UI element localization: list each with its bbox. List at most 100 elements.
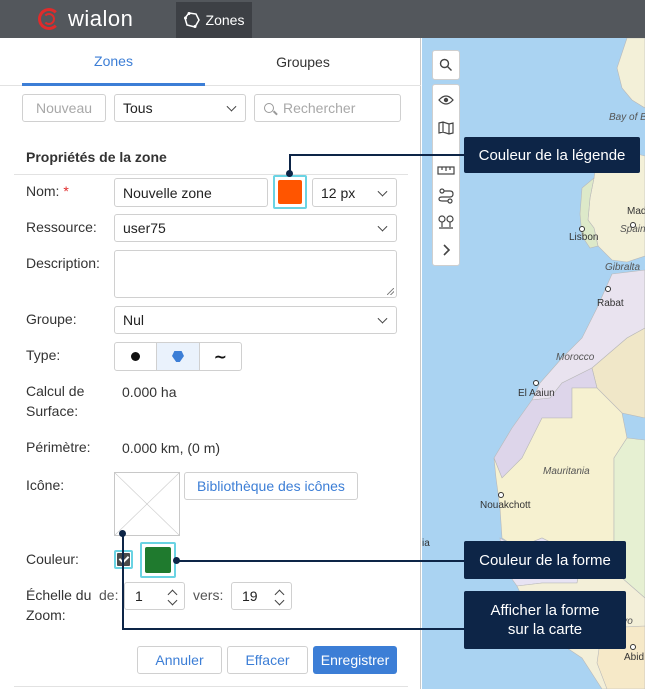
name-field[interactable]: Nouvelle zone xyxy=(114,178,268,207)
eye-icon xyxy=(438,95,454,105)
map-tools-panel xyxy=(432,84,460,266)
description-field[interactable] xyxy=(114,250,397,298)
type-circle-button[interactable] xyxy=(115,343,158,370)
nav-zones-label: Zones xyxy=(205,12,245,28)
name-label: Nom: * xyxy=(26,183,69,199)
locator-button[interactable] xyxy=(433,209,459,235)
city-marker xyxy=(605,286,611,292)
section-title: Propriétés de la zone xyxy=(26,149,167,165)
map-label-bay: Bay of B xyxy=(609,112,645,123)
icon-label: Icône: xyxy=(26,477,65,493)
search-icon xyxy=(439,58,452,71)
zoom-to-label: vers: xyxy=(193,587,224,603)
resource-value: user75 xyxy=(123,220,166,236)
map-label-abid: Abid xyxy=(624,652,645,663)
city-marker xyxy=(630,644,636,650)
ruler-button[interactable] xyxy=(433,157,459,183)
type-label: Type: xyxy=(26,347,61,363)
callout-legend-color: Couleur de la légende xyxy=(464,137,640,173)
map-label-ia: ia xyxy=(422,538,430,549)
filter-select[interactable]: Tous xyxy=(114,94,246,122)
map-search-button[interactable] xyxy=(432,50,460,80)
group-select[interactable]: Nul xyxy=(114,306,397,334)
line-width-select[interactable]: 12 px xyxy=(312,178,397,207)
callout-connector xyxy=(289,154,464,156)
map-label-mauritania: Mauritania xyxy=(543,466,590,477)
zones-icon xyxy=(183,12,200,28)
required-mark: * xyxy=(63,183,69,199)
zoom-from-label: de: xyxy=(99,587,119,603)
zoom-from-value: 1 xyxy=(135,588,143,604)
search-placeholder: Rechercher xyxy=(283,100,356,116)
zoom-to-value: 19 xyxy=(242,588,258,604)
callout-connector xyxy=(176,560,464,562)
resource-select[interactable]: user75 xyxy=(114,214,397,242)
zone-panel: Zones Groupes Nouveau Tous Rechercher Pr… xyxy=(0,38,421,689)
ruler-icon xyxy=(437,166,455,175)
map-label-el-aaiun: El Aaiun xyxy=(518,388,555,399)
legend-color-picker[interactable] xyxy=(273,175,307,209)
top-bar: wialon Zones xyxy=(0,0,645,38)
shape-color-swatch xyxy=(145,547,171,573)
city-marker xyxy=(533,380,539,386)
new-zone-button[interactable]: Nouveau xyxy=(22,94,106,122)
search-icon xyxy=(264,103,274,113)
zoom-to-stepper[interactable]: 19 xyxy=(231,582,292,610)
save-button[interactable]: Enregistrer xyxy=(313,646,397,674)
tab-groups[interactable]: Groupes xyxy=(205,38,401,86)
cancel-button[interactable]: Annuler xyxy=(137,646,222,674)
wialon-logo[interactable]: wialon xyxy=(36,6,133,32)
map-label-nouakchott: Nouakchott xyxy=(480,500,531,511)
clear-button[interactable]: Effacer xyxy=(227,646,308,674)
callout-knob xyxy=(173,557,180,564)
map-layers-button[interactable] xyxy=(433,115,459,141)
route-button[interactable] xyxy=(433,183,459,209)
chevron-down-icon[interactable] xyxy=(274,595,285,606)
chevron-down-icon xyxy=(226,101,237,112)
search-input[interactable]: Rechercher xyxy=(254,94,401,122)
chevron-down-icon xyxy=(377,313,388,324)
chevron-down-icon xyxy=(377,221,388,232)
icon-library-button[interactable]: Bibliothèque des icônes xyxy=(184,472,358,500)
expand-tools-button[interactable] xyxy=(433,237,459,263)
city-marker xyxy=(498,492,504,498)
zone-icon-placeholder[interactable] xyxy=(114,472,180,536)
callout-knob xyxy=(119,530,126,537)
shape-color-picker[interactable] xyxy=(140,542,176,578)
map-label-gibraltar: Gibralta xyxy=(605,262,641,273)
polygon-icon xyxy=(171,351,184,362)
map-icon xyxy=(438,121,454,135)
visibility-button[interactable] xyxy=(433,87,459,113)
nav-zones[interactable]: Zones xyxy=(176,2,252,38)
name-field-value: Nouvelle zone xyxy=(123,184,212,201)
logo-text: wialon xyxy=(68,6,134,31)
type-polygon-button[interactable] xyxy=(157,343,200,370)
callout-connector xyxy=(122,628,464,630)
type-line-button[interactable]: ~ xyxy=(200,343,241,370)
filter-select-value: Tous xyxy=(123,100,153,116)
area-value: 0.000 ha xyxy=(122,384,177,400)
callout-show-shape: Afficher la forme sur la carte xyxy=(464,591,626,649)
zoom-from-stepper[interactable]: 1 xyxy=(124,582,185,610)
map-label-morocco: Morocco xyxy=(556,352,595,363)
callout-shape-color: Couleur de la forme xyxy=(464,541,626,579)
chevron-right-icon xyxy=(443,244,451,256)
tab-zones[interactable]: Zones xyxy=(22,38,205,86)
divider xyxy=(14,174,408,175)
perimeter-value: 0.000 km, (0 m) xyxy=(122,440,221,456)
resource-label: Ressource: xyxy=(26,219,97,235)
callout-connector xyxy=(122,533,124,630)
zoom-label: Échelle du Zoom: xyxy=(26,587,92,623)
pins-icon xyxy=(438,215,454,229)
circle-icon xyxy=(131,352,141,361)
map-label-lisbon: Lisbon xyxy=(569,232,599,243)
logo-mark-icon xyxy=(36,6,62,32)
chevron-down-icon xyxy=(377,186,388,197)
color-label: Couleur: xyxy=(26,551,79,567)
zone-type-selector: ~ xyxy=(114,342,242,371)
group-value: Nul xyxy=(123,312,145,328)
map-label-rabat: Rabat xyxy=(597,298,624,309)
description-label: Description: xyxy=(26,255,100,271)
chevron-down-icon[interactable] xyxy=(167,595,178,606)
callout-knob xyxy=(286,170,293,177)
